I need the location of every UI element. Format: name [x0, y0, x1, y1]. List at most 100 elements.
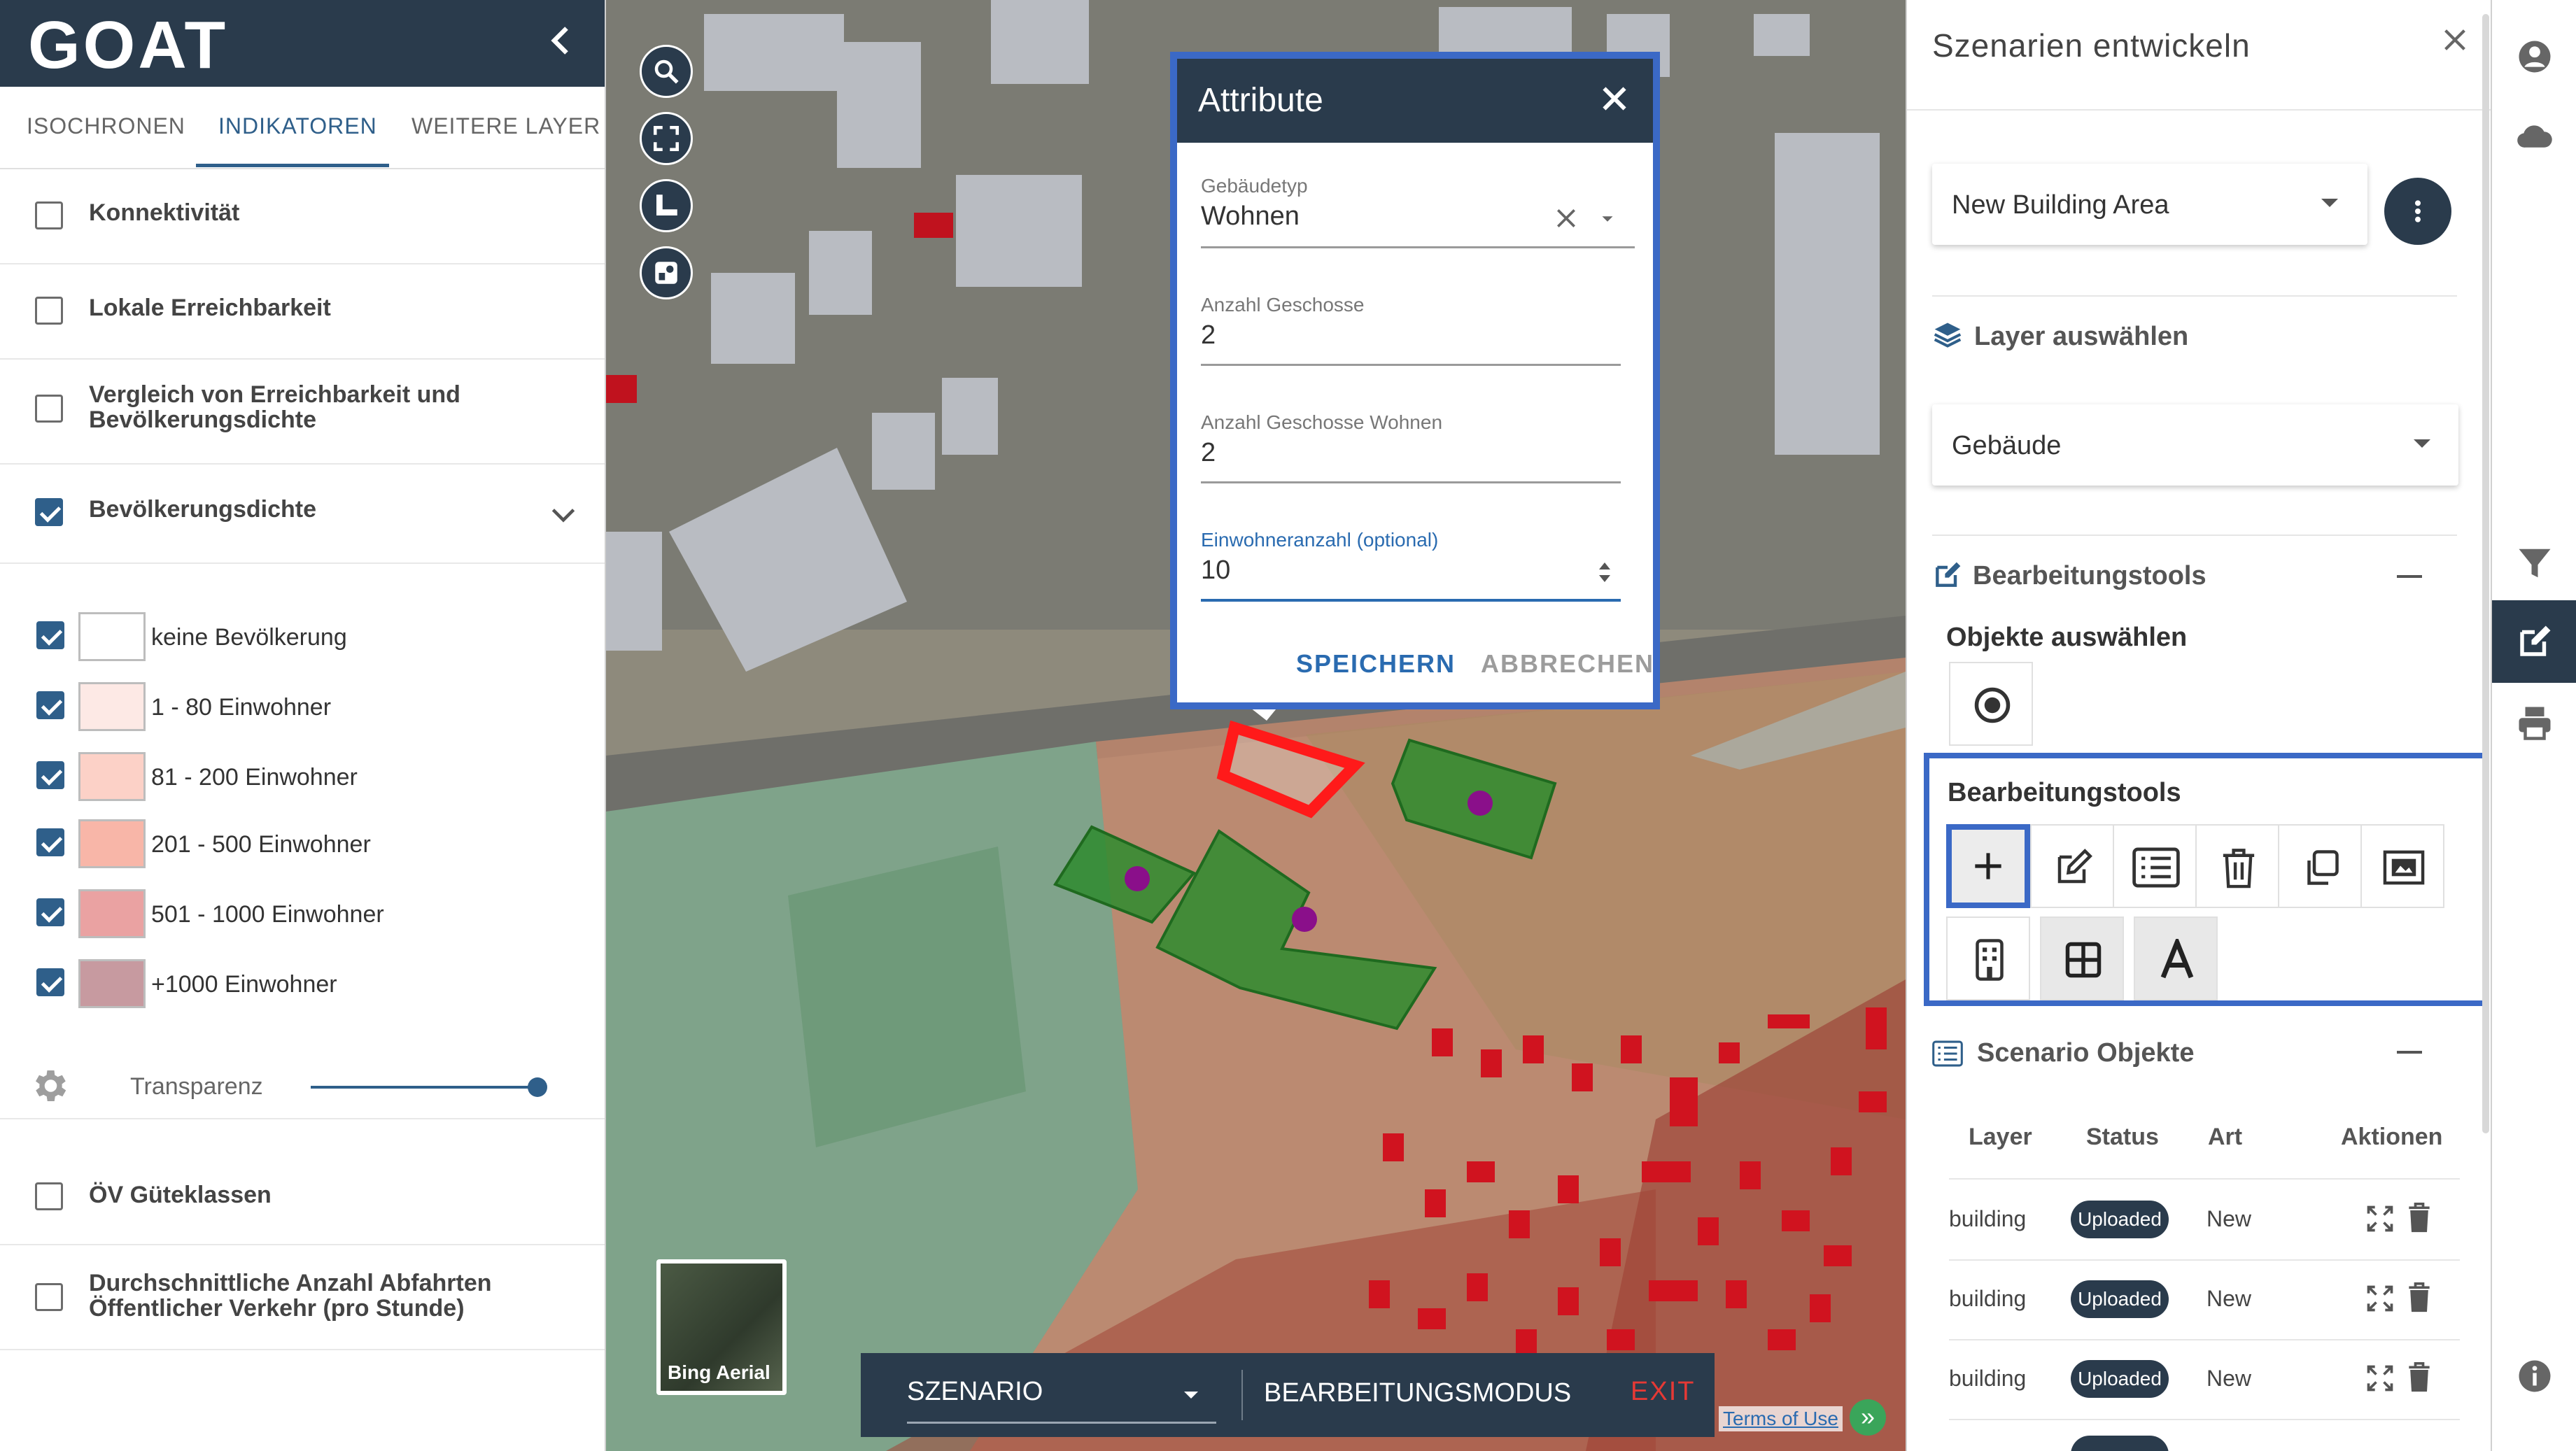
scenario-bar: SZENARIO BEARBEITUNGSMODUS EXIT [861, 1353, 1715, 1437]
scenario-panel: Szenarien entwickeln New Building Area L… [1906, 0, 2491, 1451]
caret-down-icon[interactable] [1597, 208, 1618, 229]
scenario-select[interactable]: SZENARIO [907, 1377, 1043, 1407]
legend-label: 1 - 80 Einwohner [151, 694, 332, 721]
map-layer-button[interactable] [640, 246, 693, 299]
scenario-menu-button[interactable] [2384, 178, 2451, 245]
legend-label: 81 - 200 Einwohner [151, 764, 358, 791]
ruler-icon [656, 194, 677, 215]
edit-mode-label: BEARBEITUNGSMODUS [1264, 1378, 1572, 1408]
cloud-icon[interactable] [2516, 118, 2554, 155]
indicator-abfahrten[interactable]: Durchschnittliche Anzahl Abfahrten Öffen… [0, 1245, 605, 1350]
save-button[interactable]: SPEICHERN [1296, 649, 1456, 679]
zoom-to-icon[interactable] [2365, 1283, 2395, 1314]
indicator-oev-gueteklassen[interactable]: ÖV Güteklassen [0, 1147, 605, 1245]
attribute-table-button[interactable] [2113, 824, 2197, 908]
expand-attribution-icon[interactable]: » [1850, 1399, 1886, 1436]
account-icon[interactable] [2516, 38, 2554, 76]
select-tool-button[interactable] [1949, 662, 2033, 746]
checkbox-checked[interactable] [35, 498, 63, 526]
field-underline [1201, 364, 1621, 366]
caret-down-icon[interactable] [1177, 1381, 1205, 1409]
cell-layer: building [1949, 1206, 2027, 1231]
terms-of-use-link[interactable]: Terms of Use [1719, 1406, 1843, 1431]
einwohneranzahl-input[interactable]: 10 [1201, 555, 1230, 586]
delete-button[interactable] [2195, 824, 2279, 908]
status-badge: Uploaded [2071, 1360, 2169, 1398]
zoom-to-icon[interactable] [2365, 1363, 2395, 1394]
dialog-title: Attribute [1198, 82, 1323, 119]
edit-tool-active[interactable] [2492, 600, 2576, 683]
tab-isochronen[interactable]: ISOCHRONEN [27, 113, 185, 139]
checkbox[interactable] [35, 395, 63, 423]
collapse-icon[interactable] [2397, 575, 2422, 578]
collapse-icon[interactable] [2397, 1051, 2422, 1054]
scrollbar-thumb[interactable] [2482, 14, 2489, 1133]
select-objects-label: Objekte auswählen [1946, 623, 2188, 652]
indicator-label-line1: Vergleich von Erreichbarkeit und [89, 381, 460, 408]
cancel-button[interactable]: ABBRECHEN [1481, 649, 1654, 679]
layer-select-value: Gebäude [1952, 431, 2062, 460]
indicator-bevoelkerungsdichte[interactable]: Bevölkerungsdichte [0, 465, 605, 564]
indicator-label: Lokale Erreichbarkeit [89, 295, 331, 321]
transparency-slider-track[interactable] [311, 1086, 540, 1089]
scenario-objects-title: Scenario Objekte [1977, 1038, 2195, 1068]
caret-down-icon [2321, 199, 2338, 207]
tab-weitere-layer[interactable]: WEITERE LAYER [411, 113, 600, 139]
field-underline-active [1201, 599, 1621, 602]
map-search-button[interactable] [640, 45, 693, 98]
chevron-left-icon[interactable] [540, 20, 582, 62]
info-icon[interactable] [2516, 1357, 2554, 1395]
modify-button[interactable] [2030, 824, 2114, 908]
trash-icon[interactable] [2404, 1360, 2435, 1395]
transparency-label: Transparenz [130, 1073, 263, 1100]
tab-indikatoren[interactable]: INDIKATOREN [218, 113, 377, 139]
checkbox-checked[interactable] [36, 898, 64, 926]
text-button[interactable] [2134, 916, 2218, 1000]
field-underline [1201, 481, 1621, 483]
exit-button[interactable]: EXIT [1631, 1377, 1695, 1407]
basemap-switcher[interactable]: Bing Aerial [656, 1259, 787, 1395]
indicator-lokale-erreichbarkeit[interactable]: Lokale Erreichbarkeit [0, 264, 605, 360]
copy-button[interactable] [2278, 824, 2362, 908]
trash-icon[interactable] [2404, 1201, 2435, 1236]
legend-item: 201 - 500 Einwohner [0, 809, 605, 876]
building-entrance-button[interactable] [1946, 916, 2030, 1000]
close-icon[interactable] [1597, 81, 1632, 116]
number-stepper-icon[interactable] [1596, 558, 1614, 586]
zoom-to-icon[interactable] [2365, 1203, 2395, 1234]
checkbox[interactable] [35, 297, 63, 325]
checkbox[interactable] [35, 1182, 63, 1210]
clear-icon[interactable] [1552, 204, 1580, 232]
checkbox-checked[interactable] [36, 621, 64, 649]
checkbox-checked[interactable] [36, 691, 64, 719]
indicator-vergleich[interactable]: Vergleich von Erreichbarkeit und Bevölke… [0, 360, 605, 465]
anzahl-geschosse-input[interactable]: 2 [1201, 320, 1216, 351]
chevron-down-icon[interactable] [546, 497, 581, 532]
geschosse-wohnen-input[interactable]: 2 [1201, 438, 1216, 468]
transparency-slider-thumb[interactable] [528, 1077, 547, 1097]
upload-button[interactable] [2360, 824, 2444, 908]
checkbox[interactable] [35, 1283, 63, 1311]
gebaeudetyp-select[interactable]: Wohnen [1201, 201, 1300, 232]
indicator-konnektivitaet[interactable]: Konnektivität [0, 169, 605, 264]
map-fullscreen-button[interactable] [640, 112, 693, 165]
print-icon[interactable] [2516, 704, 2554, 742]
checkbox-checked[interactable] [36, 828, 64, 856]
column-header-status: Status [2086, 1124, 2159, 1150]
grid-button[interactable] [2040, 916, 2124, 1000]
close-icon[interactable] [2439, 24, 2471, 56]
trash-icon[interactable] [2404, 1280, 2435, 1315]
checkbox-checked[interactable] [36, 761, 64, 789]
checkbox[interactable] [35, 201, 63, 229]
layer-select[interactable]: Gebäude [1932, 404, 2458, 486]
map-measure-button[interactable] [640, 179, 693, 232]
map-marker-icon [655, 262, 677, 284]
checkbox-checked[interactable] [36, 968, 64, 996]
scenario-select[interactable]: New Building Area [1932, 164, 2367, 245]
draw-button[interactable] [1946, 824, 2030, 908]
divider [1932, 295, 2457, 297]
text-icon [2160, 939, 2194, 979]
legend-label: +1000 Einwohner [151, 971, 337, 998]
filter-icon[interactable] [2516, 544, 2554, 582]
gear-icon[interactable] [28, 1065, 70, 1107]
